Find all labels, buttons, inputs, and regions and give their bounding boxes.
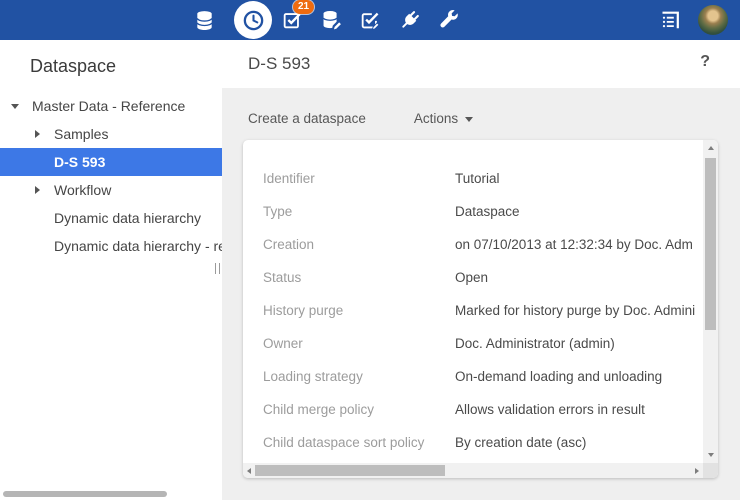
- database-cylinder-icon: [193, 9, 216, 32]
- main-content-area: D-S 593 ? Create a dataspace Actions Ide…: [222, 40, 740, 500]
- dataspace-tree: Master Data - Reference Samples D-S 593 …: [0, 92, 222, 260]
- scroll-right-arrow-icon[interactable]: [695, 468, 699, 474]
- property-value: Open: [455, 270, 488, 285]
- dataspace-sidebar: Dataspace Master Data - Reference Sample…: [0, 40, 222, 500]
- tree-item-dynamic-data-hierarchy-ref[interactable]: Dynamic data hierarchy - re: [0, 232, 222, 260]
- sidebar-resize-grip[interactable]: [215, 263, 220, 274]
- top-navigation-bar: 21: [0, 0, 740, 40]
- property-label: Child merge policy: [263, 402, 455, 417]
- clock-icon: [241, 8, 266, 33]
- property-row-type: Type Dataspace: [243, 195, 703, 228]
- chevron-right-icon[interactable]: [31, 130, 54, 138]
- property-value: Tutorial: [455, 171, 500, 186]
- property-row-identifier: Identifier Tutorial: [243, 162, 703, 195]
- property-value: Marked for history purge by Doc. Admini: [455, 303, 695, 318]
- property-label: Type: [263, 204, 455, 219]
- chevron-right-icon[interactable]: [31, 186, 54, 194]
- dataspace-properties-card: Identifier Tutorial Type Dataspace Creat…: [243, 140, 718, 478]
- property-value: By creation date (asc): [455, 435, 586, 450]
- power-plug-icon: [398, 9, 421, 32]
- property-row-status: Status Open: [243, 261, 703, 294]
- property-row-owner: Owner Doc. Administrator (admin): [243, 327, 703, 360]
- tree-item-label: D-S 593: [54, 154, 105, 170]
- property-label: Child dataspace sort policy: [263, 435, 455, 450]
- sidebar-horizontal-scrollbar[interactable]: [3, 491, 167, 497]
- tree-item-label: Samples: [54, 126, 108, 142]
- tree-item-workflow[interactable]: Workflow: [0, 176, 222, 204]
- database-pencil-icon: [320, 9, 343, 32]
- databases-icon[interactable]: [192, 8, 216, 32]
- data-model-edit-icon[interactable]: [319, 8, 343, 32]
- properties-list: Identifier Tutorial Type Dataspace Creat…: [243, 140, 703, 463]
- property-label: Status: [263, 270, 455, 285]
- actions-label: Actions: [414, 111, 458, 126]
- property-label: History purge: [263, 303, 455, 318]
- application-window: 21: [0, 0, 740, 500]
- scrollbar-corner: [703, 463, 718, 478]
- property-value: Doc. Administrator (admin): [455, 336, 615, 351]
- plug-icon[interactable]: [397, 8, 421, 32]
- main-header: D-S 593 ?: [222, 40, 740, 88]
- property-row-sort-policy: Child dataspace sort policy By creation …: [243, 426, 703, 459]
- workflow-model-edit-icon[interactable]: [358, 8, 382, 32]
- chevron-down-icon: [465, 117, 473, 122]
- sidebar-title: Dataspace: [0, 40, 222, 77]
- top-nav-right: [658, 5, 740, 35]
- horizontal-scroll-thumb[interactable]: [255, 465, 445, 476]
- user-avatar[interactable]: [698, 5, 728, 35]
- property-value: Dataspace: [455, 204, 520, 219]
- admin-wrench-icon: [437, 9, 460, 32]
- tree-item-label: Dynamic data hierarchy: [54, 210, 201, 226]
- vertical-scrollbar[interactable]: [703, 140, 718, 463]
- tree-item-label: Dynamic data hierarchy - re: [54, 238, 222, 254]
- property-label: Loading strategy: [263, 369, 455, 384]
- tree-item-dynamic-data-hierarchy[interactable]: Dynamic data hierarchy: [0, 204, 222, 232]
- checkbox-pencil-icon: [359, 9, 381, 31]
- horizontal-scrollbar[interactable]: [243, 463, 703, 478]
- tree-item-label: Workflow: [54, 182, 111, 198]
- action-toolbar: Create a dataspace Actions: [222, 88, 740, 140]
- task-count-badge: 21: [293, 0, 314, 14]
- history-tab-active[interactable]: [234, 1, 272, 39]
- property-value: On-demand loading and unloading: [455, 369, 662, 384]
- property-row-history-purge: History purge Marked for history purge b…: [243, 294, 703, 327]
- create-dataspace-button[interactable]: Create a dataspace: [248, 111, 366, 126]
- help-button[interactable]: ?: [700, 53, 710, 71]
- scroll-down-arrow-icon[interactable]: [708, 453, 714, 457]
- tree-item-label: Master Data - Reference: [32, 98, 185, 114]
- wrench-icon[interactable]: [436, 8, 460, 32]
- property-row-loading-strategy: Loading strategy On-demand loading and u…: [243, 360, 703, 393]
- chevron-down-icon[interactable]: [9, 104, 32, 109]
- property-row-child-merge-policy: Child merge policy Allows validation err…: [243, 393, 703, 426]
- tree-item-master-data-reference[interactable]: Master Data - Reference: [0, 92, 222, 120]
- property-value: Allows validation errors in result: [455, 402, 645, 417]
- tree-item-samples[interactable]: Samples: [0, 120, 222, 148]
- top-nav-icons: 21: [0, 1, 475, 39]
- tree-item-ds-593[interactable]: D-S 593: [0, 148, 222, 176]
- perspectives-icon[interactable]: [658, 8, 682, 32]
- tasks-icon[interactable]: 21: [280, 8, 304, 32]
- property-row-creation: Creation on 07/10/2013 at 12:32:34 by Do…: [243, 228, 703, 261]
- property-label: Identifier: [263, 171, 455, 186]
- page-title: D-S 593: [248, 54, 310, 74]
- outline-list-icon: [658, 8, 682, 33]
- scroll-left-arrow-icon[interactable]: [247, 468, 251, 474]
- property-value: on 07/10/2013 at 12:32:34 by Doc. Adm: [455, 237, 693, 252]
- property-label: Owner: [263, 336, 455, 351]
- vertical-scroll-thumb[interactable]: [705, 158, 716, 330]
- actions-dropdown-button[interactable]: Actions: [414, 111, 473, 126]
- property-label: Creation: [263, 237, 455, 252]
- scroll-up-arrow-icon[interactable]: [708, 146, 714, 150]
